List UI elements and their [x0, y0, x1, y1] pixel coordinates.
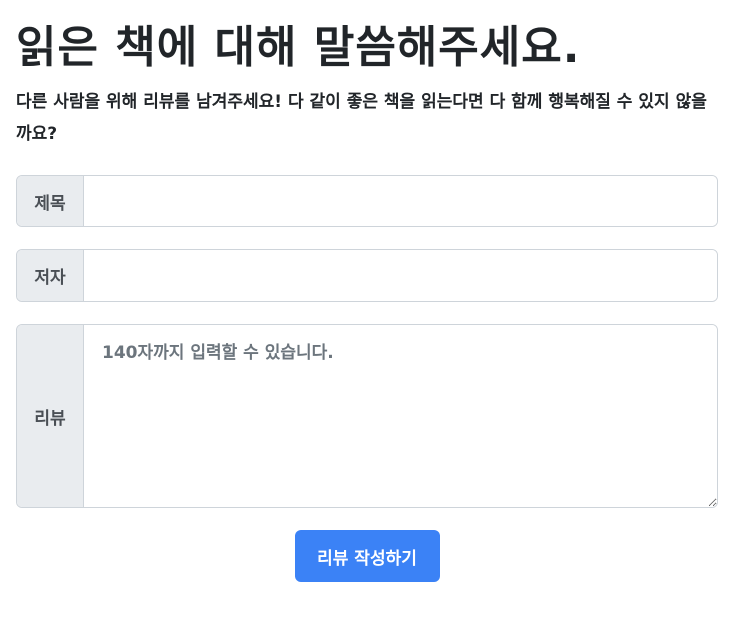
author-label: 저자	[17, 250, 84, 301]
title-input[interactable]	[84, 176, 717, 226]
review-input-group: 리뷰	[16, 324, 718, 508]
submit-container: 리뷰 작성하기	[16, 530, 718, 582]
page-subtitle: 다른 사람을 위해 리뷰를 남겨주세요! 다 같이 좋은 책을 읽는다면 다 함…	[16, 92, 707, 144]
author-input-group: 저자	[16, 249, 718, 302]
review-label: 리뷰	[17, 325, 84, 507]
page-title: 읽은 책에 대해 말씀해주세요.	[16, 22, 581, 73]
review-textarea[interactable]	[84, 325, 717, 507]
title-input-group: 제목	[16, 175, 718, 227]
submit-review-button[interactable]: 리뷰 작성하기	[294, 530, 440, 582]
review-form-page: 읽은 책에 대해 말씀해주세요. 다른 사람을 위해 리뷰를 남겨주세요! 다 …	[16, 18, 718, 582]
title-label: 제목	[17, 176, 84, 226]
author-input[interactable]	[84, 250, 717, 301]
